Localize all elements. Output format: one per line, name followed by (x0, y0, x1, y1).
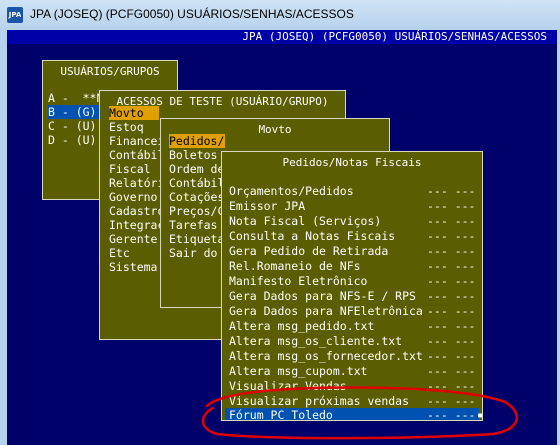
access-item-fiscal[interactable]: Fiscal (109, 162, 151, 176)
movto-item-cotacoes[interactable]: Cotações (169, 190, 224, 204)
orders-item-proximas-vendas[interactable]: Visualizar próximas vendas (229, 394, 409, 408)
orders-invoices-panel: Pedidos/Notas Fiscais Orçamentos/Pedidos… (221, 151, 483, 421)
orders-item-visualizar-vendas-access: --- --- (427, 379, 476, 393)
access-item-sistema[interactable]: Sistema (109, 260, 157, 274)
movto-title: Movto (255, 123, 295, 136)
window-titlebar: JPA JPA (JOSEQ) (PCFG0050) USUÁRIOS/SENH… (0, 0, 560, 30)
access-item-cadastro[interactable]: Cadastro (109, 204, 164, 218)
orders-item-orcamentos[interactable]: Orçamentos/Pedidos (229, 184, 354, 198)
movto-item-tarefas[interactable]: Tarefas (169, 218, 217, 232)
movto-item-precos[interactable]: Preços/C (169, 204, 224, 218)
access-item-contabil[interactable]: Contábil (109, 148, 164, 162)
access-item-estoq[interactable]: Estoq (109, 120, 144, 134)
orders-item-proximas-vendas-access: --- --- (427, 394, 476, 408)
access-item-gerente[interactable]: Gerente (109, 232, 157, 246)
access-item-governo[interactable]: Governo (109, 190, 157, 204)
orders-item-msg-cupom[interactable]: Altera msg_cupom.txt (229, 364, 367, 378)
movto-item-ordem[interactable]: Ordem de (169, 162, 224, 176)
console-header-bar: JPA (JOSEQ) (PCFG0050) USUÁRIOS/SENHAS/A… (7, 30, 557, 44)
access-item-relatorios[interactable]: Relatóri (109, 176, 164, 190)
movto-item-sair[interactable]: Sair do (169, 246, 217, 260)
user-item-d[interactable]: D - (U) (48, 133, 96, 147)
orders-item-manifesto-access: --- --- (427, 274, 476, 288)
orders-item-nfse-rps[interactable]: Gera Dados para NFS-E / RPS (229, 289, 416, 303)
orders-item-msg-os-fornecedor-access: --- --- (427, 349, 476, 363)
user-item-a[interactable]: A - **N (48, 91, 103, 105)
access-item-movto[interactable]: Movto (109, 106, 159, 120)
movto-item-contabil[interactable]: Contábil (169, 176, 224, 190)
orders-item-emissor-access: --- --- (427, 199, 476, 213)
window-frame-left (0, 30, 7, 445)
orders-item-consulta-nf[interactable]: Consulta a Notas Fiscais (229, 229, 395, 243)
orders-item-forum-pc-toledo-access: --- --- (427, 408, 476, 421)
users-groups-title: USUÁRIOS/GRUPOS (57, 65, 163, 78)
orders-item-msg-pedido[interactable]: Altera msg_pedido.txt (229, 319, 374, 333)
orders-item-romaneio[interactable]: Rel.Romaneio de NFs (229, 259, 361, 273)
access-item-integracao[interactable]: Integraç (109, 218, 164, 232)
orders-item-msg-cupom-access: --- --- (427, 364, 476, 378)
app-icon: JPA (7, 7, 23, 23)
terminal-screen: USUÁRIOS/GRUPOS A - **N B - (G) C - (U) … (7, 44, 557, 445)
orders-item-pedido-retirada-access: --- --- (427, 244, 476, 258)
console-area: JPA (JOSEQ) (PCFG0050) USUÁRIOS/SENHAS/A… (7, 30, 557, 445)
access-item-financeiro[interactable]: Financei (109, 134, 164, 148)
console-header-title: JPA (JOSEQ) (PCFG0050) USUÁRIOS/SENHAS/A… (242, 30, 547, 43)
orders-item-romaneio-access: --- --- (427, 259, 476, 273)
movto-item-pedidos[interactable]: Pedidos/ (169, 134, 225, 148)
orders-item-emissor[interactable]: Emissor JPA (229, 199, 305, 213)
orders-item-nfe[interactable]: Gera Dados para NFEletrônica (229, 304, 423, 318)
orders-item-consulta-nf-access: --- --- (427, 229, 476, 243)
movto-item-boletos[interactable]: Boletos (169, 148, 217, 162)
orders-item-nfe-access: --- --- (427, 304, 476, 318)
user-item-c[interactable]: C - (U) (48, 119, 96, 133)
orders-item-nfse-rps-access: --- --- (427, 289, 476, 303)
orders-item-msg-os-cliente-access: --- --- (427, 334, 476, 348)
orders-item-msg-pedido-access: --- --- (427, 319, 476, 333)
orders-item-msg-os-fornecedor[interactable]: Altera msg_os_fornecedor.txt (229, 349, 423, 363)
orders-item-orcamentos-access: --- --- (427, 184, 476, 198)
orders-item-manifesto[interactable]: Manifesto Eletrônico (229, 274, 367, 288)
window-title: JPA (JOSEQ) (PCFG0050) USUÁRIOS/SENHAS/A… (30, 7, 354, 21)
orders-item-visualizar-vendas[interactable]: Visualizar Vendas (229, 379, 347, 393)
scroll-indicator: ▪ (477, 410, 483, 421)
orders-item-msg-os-cliente[interactable]: Altera msg_os_cliente.txt (229, 334, 402, 348)
movto-item-etiquetas[interactable]: Etiqueta (169, 232, 224, 246)
orders-invoices-title: Pedidos/Notas Fiscais (279, 156, 425, 169)
access-item-etc[interactable]: Etc (109, 246, 130, 260)
orders-item-pedido-retirada[interactable]: Gera Pedido de Retirada (229, 244, 388, 258)
orders-item-nf-servicos[interactable]: Nota Fiscal (Serviços) (229, 214, 381, 228)
orders-item-nf-servicos-access: --- --- (427, 214, 476, 228)
